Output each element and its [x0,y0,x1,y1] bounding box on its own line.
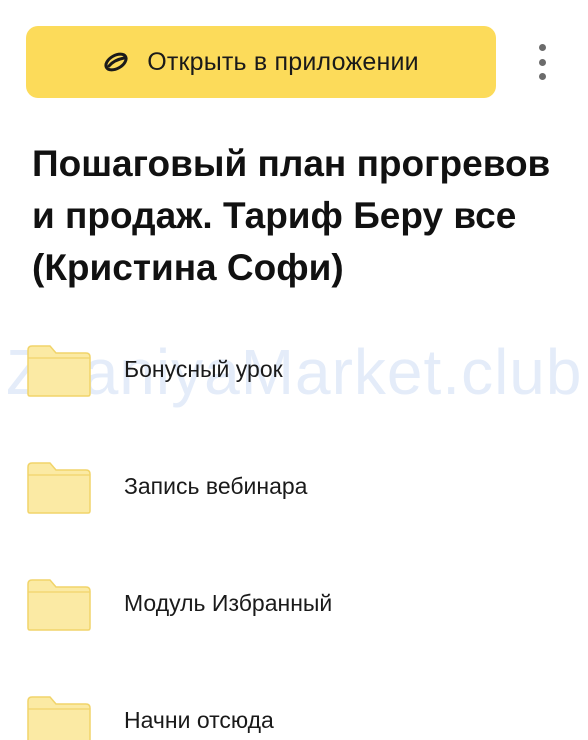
item-name: Бонусный урок [124,356,283,382]
list-item[interactable]: Бонусный урок [0,330,588,410]
top-bar: Открыть в приложении [0,0,588,110]
item-name: Запись вебинара [124,473,308,499]
open-in-app-button[interactable]: Открыть в приложении [26,26,496,98]
more-dot [538,44,546,51]
page: Открыть в приложении Пошаговый план прог… [0,0,588,740]
more-dot [538,73,546,80]
more-vertical-icon[interactable] [526,44,558,80]
folder-icon [26,344,92,398]
item-name: Модуль Избранный [124,590,333,616]
list-item[interactable]: Начни отсюда [0,681,588,740]
folder-icon [26,695,92,740]
list-item[interactable]: Модуль Избранный [0,564,588,644]
item-name: Начни отсюда [124,707,274,733]
folder-icon [26,578,92,632]
folder-title: Пошаговый план прогревов и продаж. Тариф… [32,143,551,288]
folder-icon [26,461,92,515]
more-dot [538,58,546,66]
list-item[interactable]: Запись вебинара [0,447,588,527]
yandex-disk-logo-icon [103,49,129,75]
open-in-app-label: Открыть в приложении [147,47,419,76]
